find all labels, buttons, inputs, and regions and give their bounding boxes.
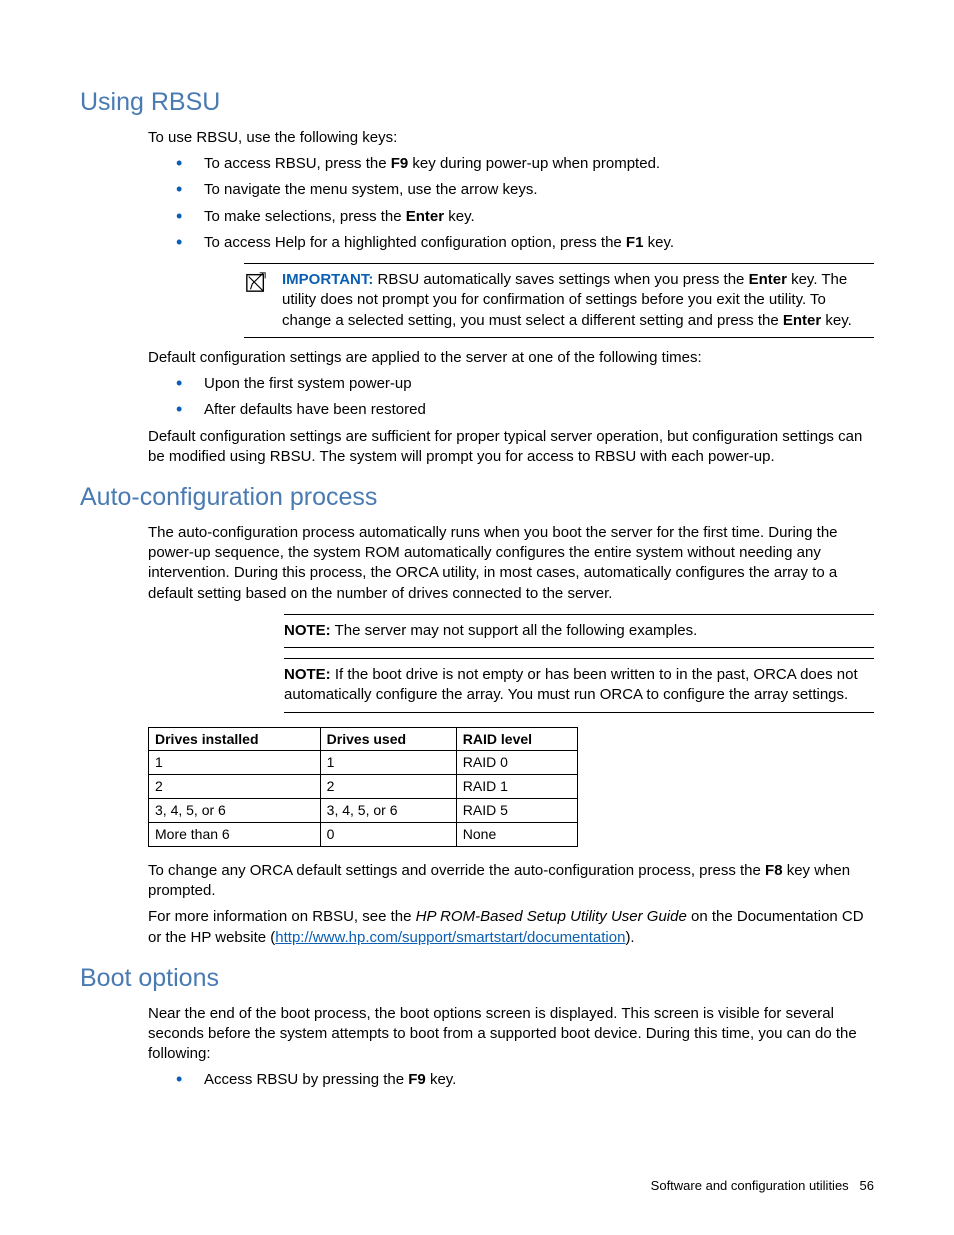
text: To access Help for a highlighted configu… [204,234,626,251]
note-label: NOTE: [284,666,331,683]
text: To access RBSU, press the [204,155,391,172]
text: key. [426,1071,457,1088]
important-icon [244,270,268,294]
table-cell: 2 [149,775,321,799]
table-cell: RAID 0 [456,751,577,775]
note-callout: NOTE: If the boot drive is not empty or … [284,658,874,713]
list-item: To access RBSU, press the F9 key during … [176,154,874,174]
key-name: F9 [408,1071,426,1088]
key-name: F9 [391,155,409,172]
table-cell: 1 [149,751,321,775]
text: ). [625,929,634,946]
section-body: To change any ORCA default settings and … [148,861,874,948]
document-page: Using RBSU To use RBSU, use the followin… [0,0,954,1235]
table-header: Drives installed [149,727,321,751]
page-footer: Software and configuration utilities 56 [651,1177,874,1195]
table-cell: 0 [320,823,456,847]
raid-table: Drives installed Drives used RAID level … [148,727,578,847]
table-row: More than 6 0 None [149,823,578,847]
text: key during power-up when prompted. [408,155,660,172]
table-cell: RAID 1 [456,775,577,799]
paragraph: To change any ORCA default settings and … [148,861,874,902]
key-name: Enter [783,312,821,329]
section-body: Near the end of the boot process, the bo… [148,1004,874,1091]
table-cell: More than 6 [149,823,321,847]
text: To change any ORCA default settings and … [148,862,765,879]
note-label: NOTE: [284,622,331,639]
text: If the boot drive is not empty or has be… [284,666,858,703]
text: Access RBSU by pressing the [204,1071,408,1088]
key-name: F8 [765,862,783,879]
text: For more information on RBSU, see the [148,908,416,925]
list-item: To navigate the menu system, use the arr… [176,180,874,200]
heading-using-rbsu: Using RBSU [80,86,874,120]
text: The server may not support all the follo… [331,622,698,639]
table-cell: 1 [320,751,456,775]
table-row: 3, 4, 5, or 6 3, 4, 5, or 6 RAID 5 [149,799,578,823]
paragraph: The auto-configuration process automatic… [148,523,874,604]
text: key. [643,234,674,251]
list-item: Access RBSU by pressing the F9 key. [176,1070,874,1090]
section-body: Default configuration settings are appli… [148,348,874,421]
paragraph: Default configuration settings are appli… [148,348,874,368]
list-item: To access Help for a highlighted configu… [176,233,874,253]
hp-link[interactable]: http://www.hp.com/support/smartstart/doc… [275,929,625,946]
table-header: Drives used [320,727,456,751]
text: RBSU automatically saves settings when y… [373,271,748,288]
heading-auto-configuration: Auto-configuration process [80,481,874,515]
paragraph: Near the end of the boot process, the bo… [148,1004,874,1065]
paragraph: For more information on RBSU, see the HP… [148,907,874,948]
paragraph: To use RBSU, use the following keys: [148,128,874,148]
table-header-row: Drives installed Drives used RAID level [149,727,578,751]
table-cell: 3, 4, 5, or 6 [149,799,321,823]
text: key. [444,208,475,225]
table-cell: 3, 4, 5, or 6 [320,799,456,823]
text: To make selections, press the [204,208,406,225]
key-name: Enter [406,208,444,225]
text: key. [821,312,852,329]
section-body: The auto-configuration process automatic… [148,523,874,713]
table-cell: RAID 5 [456,799,577,823]
section-body: To use RBSU, use the following keys: To … [148,128,874,338]
key-name: Enter [749,271,787,288]
table-cell: 2 [320,775,456,799]
table-row: 1 1 RAID 0 [149,751,578,775]
table-header: RAID level [456,727,577,751]
list-item: To make selections, press the Enter key. [176,207,874,227]
page-number: 56 [860,1178,874,1193]
heading-boot-options: Boot options [80,962,874,996]
list-item: After defaults have been restored [176,400,874,420]
important-label: IMPORTANT: [282,271,373,288]
important-callout: IMPORTANT: RBSU automatically saves sett… [244,263,874,338]
table-cell: None [456,823,577,847]
paragraph: Default configuration settings are suffi… [148,427,874,468]
guide-title: HP ROM-Based Setup Utility User Guide [416,908,687,925]
key-name: F1 [626,234,644,251]
list-item: Upon the first system power-up [176,374,874,394]
table-row: 2 2 RAID 1 [149,775,578,799]
note-callout: NOTE: The server may not support all the… [284,614,874,648]
footer-text: Software and configuration utilities [651,1178,849,1193]
